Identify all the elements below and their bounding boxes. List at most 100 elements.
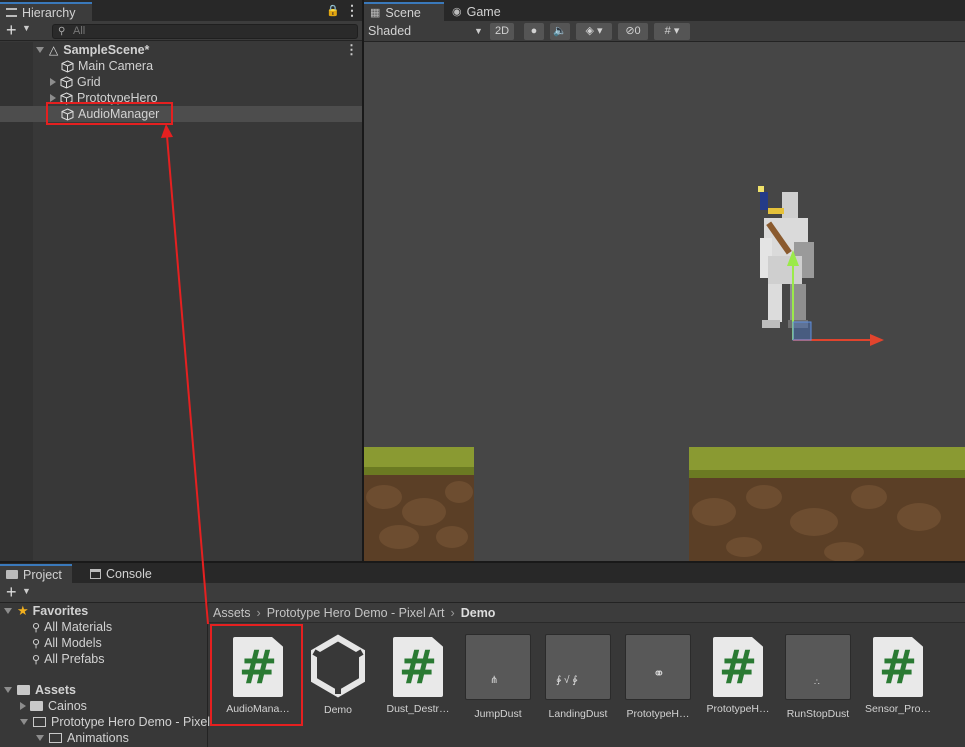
- unity-scene-icon: [311, 634, 365, 698]
- expand-arrow-icon[interactable]: [36, 735, 44, 741]
- expand-arrow-icon[interactable]: [20, 702, 26, 710]
- scene-canvas[interactable]: [364, 42, 965, 562]
- expand-arrow-icon[interactable]: [36, 47, 44, 53]
- hierarchy-item-main-camera[interactable]: Main Camera: [0, 58, 362, 74]
- tab-console[interactable]: Console: [84, 564, 164, 583]
- scene-view[interactable]: ▦ Scene ◉ Game Shaded ▼ 2D ● 🔈 ◈ ▾ ⊘0 # …: [364, 0, 965, 562]
- asset-label: Demo: [323, 704, 352, 716]
- hierarchy-tab-label: Hierarchy: [22, 5, 76, 20]
- cube-icon: [61, 59, 74, 73]
- sprite-thumbnail: ∳ √ ∲: [545, 634, 611, 700]
- shading-mode-label: Shaded: [368, 24, 412, 38]
- asset-label: JumpDust: [474, 708, 522, 720]
- folder-item-prototype-hero[interactable]: Prototype Hero Demo - Pixel: [20, 714, 210, 730]
- tab-project[interactable]: Project: [0, 564, 72, 583]
- shading-mode-dropdown[interactable]: Shaded ▼: [368, 23, 484, 40]
- asset-label: PrototypeH…: [626, 708, 690, 720]
- folder-label: Animations: [67, 731, 129, 745]
- assets-label: Assets: [35, 683, 76, 697]
- highlight-box-audiomanager-asset: [210, 624, 303, 726]
- console-tab-label: Console: [106, 566, 152, 581]
- effects-icon[interactable]: ◈ ▾: [576, 23, 612, 40]
- hero-sprite[interactable]: [758, 186, 814, 328]
- expand-arrow-icon[interactable]: [50, 94, 56, 102]
- favorites-row[interactable]: ★ Favorites: [4, 603, 88, 619]
- asset-item-jumpdust[interactable]: ⋔ JumpDust: [458, 634, 538, 744]
- breadcrumb-item-current[interactable]: Demo: [461, 606, 496, 620]
- project-panel: Project Console + ▼ ★ Favorites ⚲ All Ma…: [0, 563, 965, 747]
- tab-game[interactable]: ◉ Game: [446, 2, 516, 21]
- scene-tab-label: Scene: [385, 5, 421, 20]
- grid-icon: ▦: [370, 7, 381, 19]
- tab-scene[interactable]: ▦ Scene: [364, 2, 444, 21]
- folder-icon: [30, 701, 43, 711]
- search-placeholder: All: [73, 25, 86, 37]
- asset-item-runstopdust[interactable]: ∴ RunStopDust: [778, 634, 858, 744]
- add-icon[interactable]: +: [6, 20, 17, 41]
- favorite-item-materials[interactable]: ⚲ All Materials: [32, 619, 112, 635]
- folder-item-animations[interactable]: Animations: [36, 730, 129, 746]
- csharp-script-icon: #: [393, 637, 443, 697]
- right-platform: [689, 447, 965, 562]
- scene-tabbar: ▦ Scene ◉ Game: [364, 0, 965, 21]
- folder-open-icon: [49, 733, 62, 743]
- search-icon: ⚲: [32, 637, 41, 650]
- hierarchy-tabbar: Hierarchy 🔒 ⋮: [0, 0, 362, 21]
- favorite-item-models[interactable]: ⚲ All Models: [32, 635, 102, 651]
- project-folder-tree: ★ Favorites ⚲ All Materials ⚲ All Models…: [0, 603, 210, 747]
- favorites-label: Favorites: [32, 604, 89, 618]
- asset-label: LandingDust: [548, 708, 608, 720]
- game-tab-label: Game: [466, 4, 501, 19]
- sprite-thumbnail: ⚭: [625, 634, 691, 700]
- chevron-down-icon[interactable]: ▼: [22, 23, 31, 33]
- favorite-label: All Prefabs: [44, 652, 105, 666]
- folder-icon: [6, 570, 18, 579]
- asset-label: PrototypeH…: [706, 703, 770, 715]
- expand-arrow-icon[interactable]: [4, 608, 12, 614]
- audio-icon[interactable]: 🔈: [550, 23, 570, 40]
- favorite-label: All Materials: [44, 620, 113, 634]
- breadcrumb-item[interactable]: Prototype Hero Demo - Pixel Art: [267, 606, 445, 620]
- scene-menu-icon[interactable]: ⋮: [345, 42, 358, 58]
- folder-icon: [17, 685, 30, 695]
- hidden-objects-icon[interactable]: ⊘0: [618, 23, 648, 40]
- lock-icon[interactable]: 🔒: [326, 4, 340, 17]
- asset-item-prototypehero-sprite[interactable]: ⚭ PrototypeH…: [618, 634, 698, 744]
- asset-item-landingdust[interactable]: ∳ √ ∲ LandingDust: [538, 634, 618, 744]
- kebab-menu-icon[interactable]: ⋮: [345, 2, 359, 19]
- hierarchy-toolbar: + ▼ ⚲ All: [0, 20, 362, 41]
- grid-snap-icon[interactable]: # ▾: [654, 23, 690, 40]
- sprite-thumbnail: ∴: [785, 634, 851, 700]
- gamepad-icon: ◉: [452, 6, 462, 18]
- breadcrumb: Assets › Prototype Hero Demo - Pixel Art…: [209, 603, 965, 623]
- expand-arrow-icon[interactable]: [4, 687, 12, 693]
- expand-arrow-icon[interactable]: [20, 719, 28, 725]
- expand-arrow-icon[interactable]: [50, 78, 56, 86]
- asset-label: RunStopDust: [786, 708, 850, 720]
- unity-scene-icon: △: [49, 43, 59, 57]
- project-tabbar: Project Console: [0, 563, 965, 583]
- sprite-thumbnail: ⋔: [465, 634, 531, 700]
- breadcrumb-item[interactable]: Assets: [213, 606, 251, 620]
- folder-item-cainos[interactable]: Cainos: [20, 698, 87, 714]
- chevron-right-icon: ›: [256, 605, 261, 620]
- object-label: Grid: [77, 75, 101, 89]
- scene-toolbar: Shaded ▼ 2D ● 🔈 ◈ ▾ ⊘0 # ▾: [364, 21, 965, 42]
- lighting-icon[interactable]: ●: [524, 23, 544, 40]
- search-input[interactable]: ⚲ All: [52, 24, 358, 39]
- asset-item-dust-destroy[interactable]: # Dust_Destr…: [378, 634, 458, 744]
- csharp-script-icon: #: [713, 637, 763, 697]
- object-label: Main Camera: [78, 59, 154, 73]
- favorite-item-prefabs[interactable]: ⚲ All Prefabs: [32, 651, 105, 667]
- add-icon[interactable]: +: [6, 582, 17, 603]
- scene-row[interactable]: △ SampleScene* ⋮: [0, 42, 362, 58]
- csharp-script-icon: #: [873, 637, 923, 697]
- asset-item-prototypehero-script[interactable]: # PrototypeH…: [698, 634, 778, 744]
- chevron-down-icon[interactable]: ▼: [22, 586, 31, 596]
- asset-item-demo[interactable]: Demo: [298, 634, 378, 744]
- tab-hierarchy[interactable]: Hierarchy: [0, 2, 92, 21]
- toggle-2d-button[interactable]: 2D: [490, 23, 514, 40]
- assets-row[interactable]: Assets: [4, 682, 76, 698]
- hierarchy-item-grid[interactable]: Grid: [0, 74, 362, 90]
- asset-item-sensor[interactable]: # Sensor_Pro…: [858, 634, 938, 744]
